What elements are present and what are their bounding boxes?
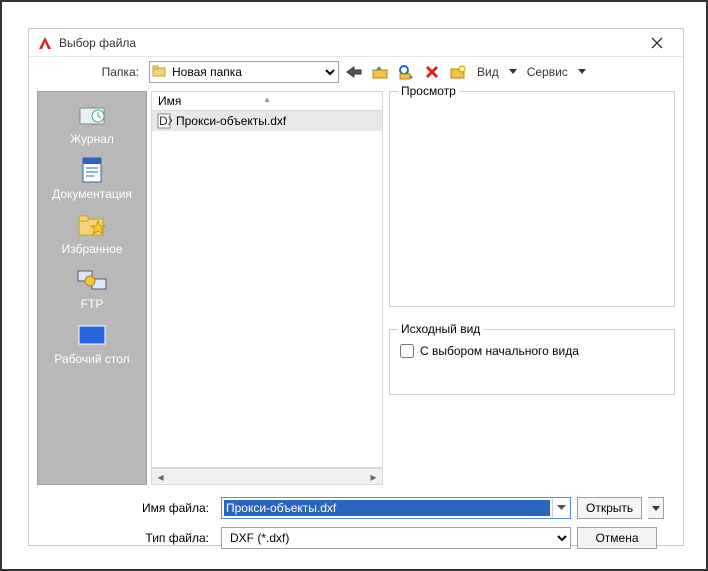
filetype-label: Тип файла: [29, 531, 215, 545]
titlebar: Выбор файла [29, 29, 683, 57]
folder-combo[interactable]: Новая папка [149, 61, 339, 83]
delete-button[interactable] [421, 61, 443, 83]
bottom-panel: Имя файла: Открыть Тип файла: DXF (*.dxf… [29, 489, 683, 557]
initial-view-checkbox[interactable] [400, 344, 414, 358]
history-icon [76, 101, 108, 129]
cancel-button[interactable]: Отмена [577, 527, 657, 549]
preview-label: Просмотр [398, 84, 459, 98]
up-folder-button[interactable] [369, 61, 391, 83]
file-row[interactable]: DXF Прокси-объекты.dxf [152, 111, 382, 131]
ftp-icon [76, 266, 108, 294]
tools-menu[interactable]: Сервис [523, 61, 572, 83]
svg-text:DXF: DXF [159, 114, 172, 128]
horizontal-scrollbar[interactable]: ◂ ▸ [151, 468, 383, 485]
filename-combo[interactable] [221, 497, 571, 519]
initial-view-checkbox-label: С выбором начального вида [420, 344, 579, 358]
sidebar-item-label: Избранное [62, 242, 123, 256]
view-menu-arrow[interactable] [507, 69, 519, 75]
folder-icon [152, 64, 166, 78]
open-button[interactable]: Открыть [577, 497, 642, 519]
sidebar-item-label: Журнал [70, 132, 114, 146]
sort-indicator-icon: ▴ [265, 94, 270, 105]
desktop-icon [76, 321, 108, 349]
column-header-name[interactable]: Имя ▴ [151, 91, 383, 111]
open-button-split[interactable] [648, 497, 664, 519]
app-icon [37, 35, 53, 51]
tools-menu-arrow[interactable] [576, 69, 588, 75]
sidebar-item-favorites[interactable]: Избранное [38, 208, 146, 259]
search-button[interactable] [395, 61, 417, 83]
sidebar-item-history[interactable]: Журнал [38, 98, 146, 149]
new-folder-button[interactable] [447, 61, 469, 83]
sidebar-item-docs[interactable]: Документация [38, 153, 146, 204]
sidebar-item-label: Документация [52, 187, 132, 201]
filename-label: Имя файла: [29, 501, 215, 515]
places-sidebar: Журнал Документация Избранное FTP [37, 91, 147, 485]
file-select-dialog: Выбор файла Папка: Новая папка [28, 28, 684, 546]
close-button[interactable] [639, 30, 675, 56]
sidebar-item-desktop[interactable]: Рабочий стол [38, 318, 146, 369]
sidebar-item-ftp[interactable]: FTP [38, 263, 146, 314]
preview-box: Просмотр [389, 91, 675, 307]
scroll-left-icon[interactable]: ◂ [152, 469, 169, 484]
filename-input[interactable] [224, 500, 550, 516]
source-view-box: Исходный вид С выбором начального вида [389, 329, 675, 395]
filetype-combo[interactable]: DXF (*.dxf) [221, 527, 571, 549]
sidebar-item-label: FTP [81, 297, 104, 311]
view-menu[interactable]: Вид [473, 61, 503, 83]
back-button[interactable] [343, 61, 365, 83]
favorites-icon [76, 211, 108, 239]
chevron-down-icon[interactable] [552, 498, 570, 518]
initial-view-checkbox-row[interactable]: С выбором начального вида [400, 344, 664, 358]
source-view-label: Исходный вид [398, 322, 483, 336]
sidebar-item-label: Рабочий стол [54, 352, 129, 366]
docs-icon [76, 156, 108, 184]
dialog-title: Выбор файла [59, 36, 639, 50]
scroll-right-icon[interactable]: ▸ [365, 469, 382, 484]
file-name: Прокси-объекты.dxf [176, 114, 286, 128]
preview-panel: Просмотр Исходный вид С выбором начально… [389, 91, 675, 485]
folder-label: Папка: [37, 65, 145, 79]
dxf-file-icon: DXF [156, 113, 172, 129]
file-list-body[interactable]: DXF Прокси-объекты.dxf [151, 111, 383, 468]
toolbar: Папка: Новая папка Вид Сервис [29, 57, 683, 87]
file-list: Имя ▴ DXF Прокси-объекты.dxf ◂ ▸ [151, 91, 383, 485]
